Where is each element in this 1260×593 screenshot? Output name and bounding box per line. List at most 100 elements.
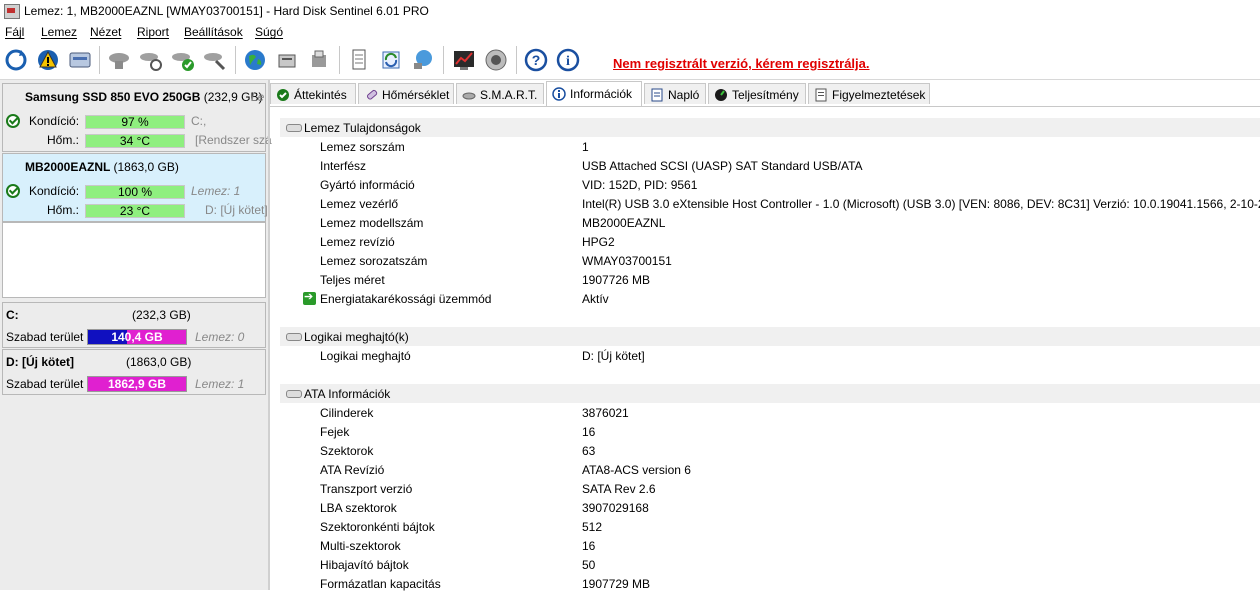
volume-entry[interactable]: C: (232,3 GB) Szabad terület 140,4 GB Le… bbox=[2, 302, 266, 348]
volume-name: D: [Új kötet] bbox=[6, 355, 74, 369]
disk-small-icon bbox=[286, 124, 302, 132]
info-row: Lemez sorszám 1 bbox=[320, 140, 589, 154]
disk-list-panel: Samsung SSD 850 EVO 250GB (232,9 GB) Le … bbox=[0, 80, 272, 590]
tab-temperature[interactable]: Hőmérséklet bbox=[358, 83, 454, 104]
disk-entry-selected[interactable]: MB2000EAZNL (1863,0 GB) Kondíció: 100 % … bbox=[2, 153, 268, 222]
sync-icon[interactable] bbox=[378, 47, 404, 73]
info-row: Transzport verzió SATA Rev 2.6 bbox=[320, 482, 656, 496]
tab-warnings[interactable]: Figyelmeztetések bbox=[808, 83, 930, 104]
info-row: Fejek 16 bbox=[320, 425, 596, 439]
volume-size: (232,3 GB) bbox=[132, 308, 191, 322]
menu-help[interactable]: Súgó bbox=[255, 25, 283, 39]
speaker-icon[interactable] bbox=[483, 47, 509, 73]
log-icon bbox=[650, 88, 664, 102]
panel-splitter[interactable] bbox=[268, 80, 270, 590]
volume-name: C: bbox=[6, 308, 19, 322]
disk-gear-icon[interactable] bbox=[138, 47, 164, 73]
server-icon[interactable] bbox=[274, 47, 300, 73]
gauge-icon bbox=[714, 88, 728, 101]
info-row: Interfész USB Attached SCSI (UASP) SAT St… bbox=[320, 159, 863, 173]
tab-smart[interactable]: S.M.A.R.T. bbox=[456, 83, 544, 104]
health-label: Kondíció: bbox=[29, 114, 80, 128]
volume-disk-note: Lemez: 1 bbox=[195, 377, 245, 391]
health-bar: 100 % bbox=[85, 185, 185, 199]
disk-small-icon bbox=[286, 390, 302, 398]
temp-label: Hőm.: bbox=[47, 133, 80, 147]
green-arrow-icon bbox=[303, 290, 316, 305]
globe-icon[interactable] bbox=[242, 47, 268, 73]
info-row: Lemez modellszám MB2000EAZNL bbox=[320, 216, 666, 230]
temp-note: D: [Új kötet] bbox=[205, 203, 268, 217]
disk-name: MB2000EAZNL (1863,0 GB) bbox=[25, 160, 179, 174]
free-space-bar: 1862,9 GB bbox=[87, 376, 187, 392]
temp-label: Hőm.: bbox=[47, 203, 80, 217]
info-row: Gyártó információ VID: 152D, PID: 9561 bbox=[320, 178, 698, 192]
info-icon bbox=[552, 87, 566, 101]
document-icon[interactable] bbox=[346, 47, 372, 73]
disk-gray-icon[interactable] bbox=[106, 47, 132, 73]
temp-note: [Rendszer szá bbox=[195, 133, 272, 147]
info-row: Logikai meghajtó D: [Új kötet] bbox=[320, 349, 645, 363]
menu-settings[interactable]: Beállítások bbox=[184, 25, 243, 39]
section-header[interactable]: Lemez Tulajdonságok bbox=[280, 118, 1260, 137]
disk-check-icon[interactable] bbox=[170, 47, 196, 73]
thermometer-icon bbox=[364, 88, 378, 101]
info-row: Teljes méret 1907726 MB bbox=[320, 273, 651, 287]
registration-notice-link[interactable]: Nem regisztrált verzió, kérem regisztrál… bbox=[613, 56, 870, 71]
info-content: Lemez Tulajdonságok Lemez sorszám 1 Inter… bbox=[280, 107, 1260, 591]
disk-extra: Le bbox=[251, 90, 265, 104]
info-row: Lemez revízió HPG2 bbox=[320, 235, 615, 249]
volume-entry[interactable]: D: [Új kötet] (1863,0 GB) Szabad terület… bbox=[2, 349, 266, 395]
volume-disk-note: Lemez: 0 bbox=[195, 330, 245, 344]
help-icon[interactable]: ? bbox=[523, 47, 549, 73]
info-row: Lemez vezérlő Intel(R) USB 3.0 eXtensible… bbox=[320, 197, 1260, 211]
printer-icon[interactable] bbox=[306, 47, 332, 73]
svg-text:i: i bbox=[566, 54, 570, 69]
menu-view[interactable]: Nézet bbox=[90, 25, 121, 39]
warning-page-icon bbox=[814, 88, 828, 102]
tab-overview[interactable]: Áttekintés bbox=[270, 83, 356, 104]
free-space-label: Szabad terület bbox=[6, 377, 84, 391]
disk-tool-icon[interactable] bbox=[202, 47, 228, 73]
disk-small-icon bbox=[286, 333, 302, 341]
refresh-icon[interactable] bbox=[3, 47, 29, 73]
temp-bar: 23 °C bbox=[85, 204, 185, 218]
disk-list-blank bbox=[2, 222, 266, 298]
section-header[interactable]: ATA Információk bbox=[280, 384, 1260, 403]
disk-entry[interactable]: Samsung SSD 850 EVO 250GB (232,9 GB) Le … bbox=[2, 83, 272, 152]
info-icon[interactable]: i bbox=[555, 47, 581, 73]
free-space-label: Szabad terület bbox=[6, 330, 84, 344]
disk-name: Samsung SSD 850 EVO 250GB (232,9 GB) bbox=[25, 90, 263, 104]
tab-log[interactable]: Napló bbox=[644, 83, 706, 104]
tab-bar: Áttekintés Hőmérséklet S.M.A.R.T. Inform… bbox=[270, 80, 1260, 107]
chart-icon[interactable] bbox=[451, 47, 477, 73]
menu-report[interactable]: Riport bbox=[137, 25, 169, 39]
menu-file[interactable]: Fájl bbox=[5, 25, 24, 39]
volume-size: (1863,0 GB) bbox=[126, 355, 192, 369]
menu-disk[interactable]: Lemez bbox=[41, 25, 77, 39]
disk-icon[interactable] bbox=[67, 47, 93, 73]
temp-bar: 34 °C bbox=[85, 134, 185, 148]
ok-status-icon bbox=[6, 114, 20, 128]
tab-information[interactable]: Információk bbox=[546, 81, 642, 106]
health-note: Lemez: 1 bbox=[191, 184, 241, 198]
app-icon[interactable] bbox=[4, 4, 20, 19]
info-row: Cilinderek 3876021 bbox=[320, 406, 629, 420]
window-title: Lemez: 1, MB2000EAZNL [WMAY03700151] - H… bbox=[24, 4, 429, 18]
info-row: Lemez sorozatszám WMAY03700151 bbox=[320, 254, 672, 268]
info-row: Multi-szektorok 16 bbox=[320, 539, 596, 553]
alert-icon[interactable] bbox=[35, 47, 61, 73]
health-label: Kondíció: bbox=[29, 184, 80, 198]
tab-performance[interactable]: Teljesítmény bbox=[708, 83, 806, 104]
info-row: Hibajavító bájtok 50 bbox=[320, 558, 596, 572]
menu-bar: Fájl Lemez Nézet Riport Beállítások Súgó bbox=[0, 22, 1260, 42]
smart-disk-icon bbox=[462, 88, 476, 101]
network-icon[interactable] bbox=[410, 47, 436, 73]
info-row: ATA Revízió ATA8-ACS version 6 bbox=[320, 463, 691, 477]
info-row: Szektoronkénti bájtok 512 bbox=[320, 520, 603, 534]
info-row: Formázatlan kapacitás 1907729 MB bbox=[320, 577, 651, 591]
info-row: Energiatakarékossági üzemmódAktív bbox=[280, 289, 1260, 308]
section-header[interactable]: Logikai meghajtó(k) bbox=[280, 327, 1260, 346]
free-space-bar: 140,4 GB bbox=[87, 329, 187, 345]
info-row: Szektorok 63 bbox=[320, 444, 596, 458]
